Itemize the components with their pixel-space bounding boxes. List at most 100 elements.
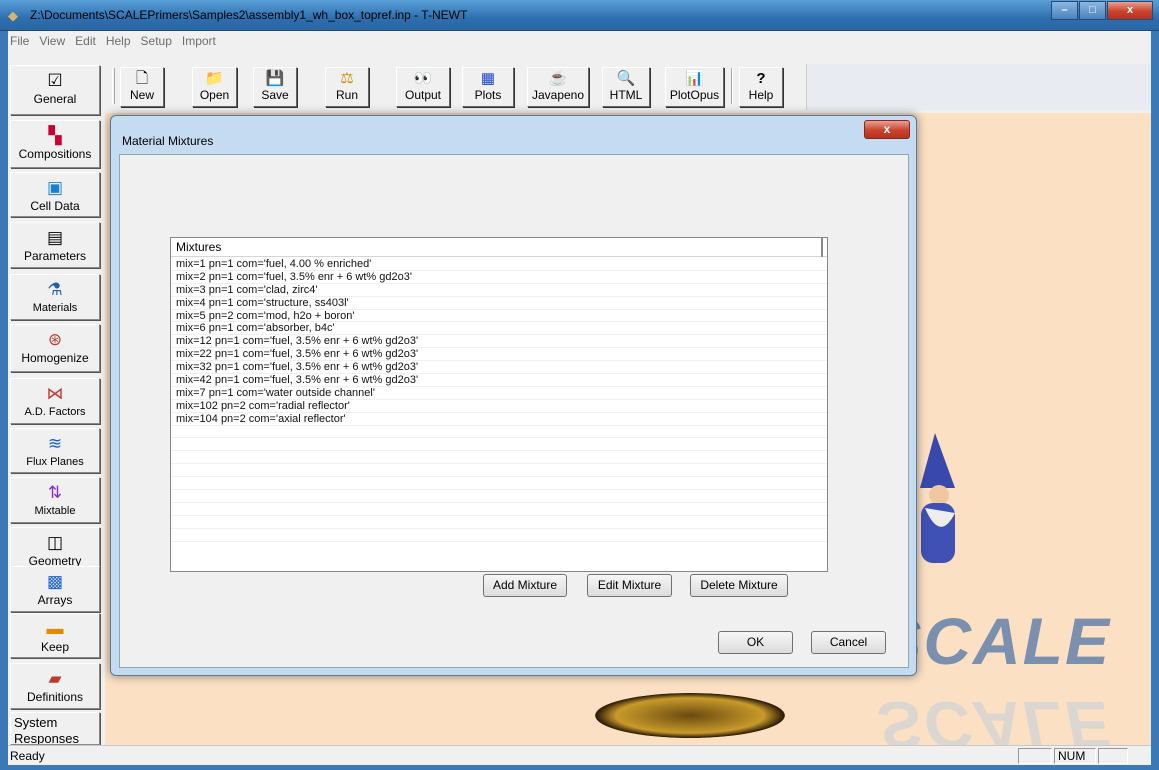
sidebar-item-label: Arrays	[37, 593, 73, 607]
output-button[interactable]: 👀 Output	[396, 67, 450, 107]
sidebar-item-flux-planes[interactable]: ≋ Flux Planes	[10, 428, 100, 473]
save-button[interactable]: 💾 Save	[253, 67, 297, 107]
menu-help[interactable]: Help	[106, 34, 131, 48]
array-icon: ▩	[46, 572, 64, 591]
sidebar-item-mixtable[interactable]: ⇅ Mixtable	[10, 477, 100, 523]
list-item[interactable]: mix=32 pn=1 com='fuel, 3.5% enr + 6 wt% …	[171, 361, 827, 375]
list-item[interactable]: mix=3 pn=1 com='clad, zirc4'	[171, 284, 827, 297]
list-rows: mix=1 pn=1 com='fuel, 4.00 % enriched' m…	[171, 258, 827, 542]
minimize-button[interactable]: –	[1051, 1, 1078, 20]
list-item[interactable]: mix=6 pn=1 com='absorber, b4c'	[171, 322, 827, 336]
toolbar-grip[interactable]	[112, 68, 115, 104]
flux-planes-icon: ≋	[47, 434, 63, 453]
list-item[interactable]: mix=7 pn=1 com='water outside channel'	[171, 387, 827, 400]
sidebar-item-label: General	[33, 92, 77, 106]
sidebar-item-parameters[interactable]: ▤ Parameters	[10, 222, 100, 268]
list-item[interactable]: mix=22 pn=1 com='fuel, 3.5% enr + 6 wt% …	[171, 348, 827, 362]
list-item[interactable]: mix=2 pn=1 com='fuel, 3.5% enr + 6 wt% g…	[171, 271, 827, 284]
sidebar-item-system-responses[interactable]: System Responses	[10, 712, 100, 745]
output-button-label: Output	[404, 88, 442, 102]
help-button[interactable]: ? Help	[739, 67, 783, 107]
list-item[interactable]: mix=42 pn=1 com='fuel, 3.5% enr + 6 wt% …	[171, 374, 827, 387]
sidebar-item-compositions[interactable]: ▚ Compositions	[10, 120, 100, 168]
list-item[interactable]: mix=102 pn=2 com='radial reflector'	[171, 400, 827, 413]
cancel-button[interactable]: Cancel	[811, 631, 886, 654]
menu-setup[interactable]: Setup	[141, 34, 172, 48]
sidebar-item-homogenize[interactable]: ⊛ Homogenize	[10, 324, 100, 372]
dialog-body: Mixtures mix=1 pn=1 com='fuel, 4.00 % en…	[119, 154, 909, 668]
help-button-label: Help	[748, 88, 774, 102]
cell-icon: ▣	[46, 178, 64, 197]
question-mark-icon: ?	[756, 70, 766, 87]
sidebar-item-ad-factors[interactable]: ⋈ A.D. Factors	[10, 378, 100, 424]
menu-view[interactable]: View	[39, 34, 65, 48]
new-button-label: New	[129, 88, 154, 102]
floppy-disk-icon: 💾	[265, 70, 285, 87]
sidebar-item-cell-data[interactable]: ▣ Cell Data	[10, 172, 100, 217]
status-bar: Ready NUM	[8, 745, 1151, 765]
javapeno-button[interactable]: ☕ Javapeno	[527, 67, 589, 107]
edit-mixture-button[interactable]: Edit Mixture	[587, 574, 672, 597]
window-titlebar: ◆ Z:\Documents\SCALEPrimers\Samples2\ass…	[0, 0, 1159, 31]
plots-button[interactable]: ▦ Plots	[462, 67, 514, 107]
list-item[interactable]: mix=5 pn=2 com='mod, h2o + boron'	[171, 310, 827, 323]
folder-icon: 📁	[205, 70, 224, 87]
maximize-button[interactable]: □	[1079, 1, 1106, 20]
toolbar: 🗋 New 📁 Open 💾 Save ⚖ Run 👀 Output ▦ Plo…	[106, 64, 1151, 110]
menu-edit[interactable]: Edit	[75, 34, 96, 48]
empty-row	[171, 529, 827, 542]
javapeno-button-label: Javapeno	[531, 88, 585, 102]
checklist-icon: ☑	[47, 71, 63, 90]
sidebar-item-label: Materials	[32, 302, 78, 314]
definitions-icon: ▰	[48, 669, 62, 688]
colored-grid-icon: ▚	[48, 126, 62, 145]
menu-file[interactable]: File	[10, 34, 29, 48]
empty-row	[171, 477, 827, 491]
menu-import[interactable]: Import	[182, 34, 216, 48]
sidebar: ☑ General ▚ Compositions ▣ Cell Data ▤ P…	[8, 53, 101, 745]
keep-icon: ▬	[46, 619, 64, 638]
window-title: Z:\Documents\SCALEPrimers\Samples2\assem…	[30, 8, 468, 22]
add-mixture-button[interactable]: Add Mixture	[483, 574, 567, 597]
app-icon: ◆	[8, 8, 18, 23]
eyes-icon: 👀	[413, 70, 433, 87]
plots-button-label: Plots	[474, 88, 502, 102]
sidebar-item-definitions[interactable]: ▰ Definitions	[10, 663, 100, 709]
sidebar-item-label: Cell Data	[30, 199, 80, 213]
sidebar-item-arrays[interactable]: ▩ Arrays	[10, 566, 100, 612]
sidebar-item-label: Homogenize	[21, 351, 89, 365]
material-mixtures-dialog: Material Mixtures x Mixtures mix=1 pn=1 …	[110, 115, 917, 676]
list-item[interactable]: mix=12 pn=1 com='fuel, 3.5% enr + 6 wt% …	[171, 335, 827, 349]
save-button-label: Save	[261, 88, 289, 102]
html-button[interactable]: 🔍 HTML	[602, 67, 650, 107]
wizard-mascot-image	[915, 433, 960, 573]
plot-icon: 📊	[685, 70, 704, 87]
delete-mixture-button[interactable]: Delete Mixture	[690, 574, 788, 597]
open-button[interactable]: 📁 Open	[192, 67, 237, 107]
mixtures-list[interactable]: Mixtures mix=1 pn=1 com='fuel, 4.00 % en…	[170, 237, 828, 572]
parameter-table-icon: ▤	[46, 228, 64, 247]
homogenize-icon: ⊛	[47, 330, 63, 349]
sidebar-item-materials[interactable]: ⚗ Materials	[10, 274, 100, 320]
sidebar-item-general[interactable]: ☑ General	[10, 65, 100, 115]
sidebar-item-keep[interactable]: ▬ Keep	[10, 613, 100, 658]
new-button[interactable]: 🗋 New	[120, 67, 164, 107]
close-button[interactable]: x	[1107, 1, 1153, 20]
menu-bar: File View Edit Help Setup Import	[8, 31, 1151, 51]
sidebar-item-label: Flux Planes	[26, 456, 84, 468]
status-pane-empty-2	[1098, 748, 1128, 764]
list-item[interactable]: mix=1 pn=1 com='fuel, 4.00 % enriched'	[171, 258, 827, 271]
list-item[interactable]: mix=4 pn=1 com='structure, ss403l'	[171, 297, 827, 310]
toolbar-separator	[731, 68, 733, 104]
run-button[interactable]: ⚖ Run	[325, 67, 369, 107]
ok-button[interactable]: OK	[718, 631, 793, 654]
new-document-icon: 🗋	[135, 70, 149, 87]
plotopus-button[interactable]: 📊 PlotOpus	[665, 67, 724, 107]
run-button-label: Run	[335, 88, 358, 102]
mixtures-column-header[interactable]: Mixtures	[171, 238, 823, 257]
list-item[interactable]: mix=104 pn=2 com='axial reflector'	[171, 413, 827, 426]
empty-row	[171, 516, 827, 529]
dialog-close-button[interactable]: x	[864, 120, 910, 139]
sidebar-item-label: A.D. Factors	[24, 406, 86, 418]
status-num-indicator: NUM	[1054, 748, 1096, 764]
